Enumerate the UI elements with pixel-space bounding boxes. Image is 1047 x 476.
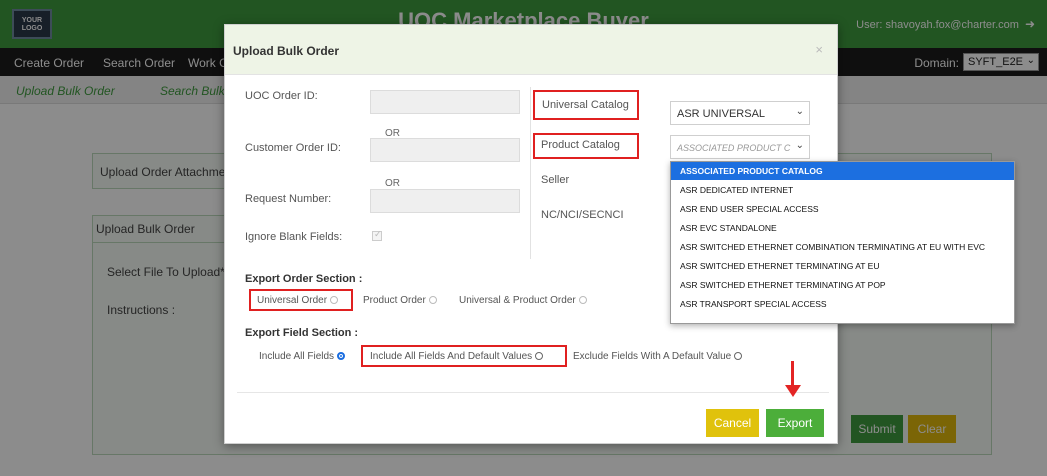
modal-title: Upload Bulk Order (233, 44, 340, 58)
universal-catalog-label: Universal Catalog (542, 99, 629, 111)
export-button[interactable]: Export (766, 409, 824, 437)
nc-nci-secnci-label: NC/NCI/SECNCI (541, 209, 624, 221)
seller-label: Seller (541, 174, 570, 186)
chevron-down-icon: ⌄ (795, 106, 804, 117)
include-default-values-radio[interactable] (535, 352, 544, 360)
product-catalog-dropdown: ASSOCIATED PRODUCT CATALOG ASR DEDICATED… (670, 161, 1015, 324)
request-number-label: Request Number: (245, 193, 332, 205)
close-icon[interactable]: × (815, 42, 823, 57)
dropdown-option[interactable]: ASR SWITCHED ETHERNET TERMINATING AT EU (671, 257, 1014, 275)
uoc-order-id-label: UOC Order ID: (245, 90, 318, 102)
cancel-button[interactable]: Cancel (706, 409, 759, 437)
universal-order-label: Universal Order (257, 295, 328, 306)
export-field-section-title: Export Field Section : (245, 327, 359, 339)
exclude-default-values-label: Exclude Fields With A Default Value (573, 351, 732, 362)
request-number-input[interactable] (370, 189, 520, 213)
dropdown-option[interactable]: ASR END USER SPECIAL ACCESS (671, 200, 1014, 218)
arrow-head-icon (785, 385, 801, 397)
export-order-section-title: Export Order Section : (245, 273, 363, 285)
dropdown-option[interactable]: ASR DEDICATED INTERNET (671, 181, 1014, 199)
universal-order-option[interactable]: Universal Order (257, 295, 339, 306)
product-order-radio[interactable] (428, 296, 437, 304)
footer-divider (237, 392, 829, 393)
universal-order-radio[interactable] (330, 296, 339, 304)
universal-catalog-value: ASR UNIVERSAL (677, 108, 766, 120)
universal-catalog-select[interactable]: ASR UNIVERSAL ⌄ (670, 101, 810, 125)
include-all-fields-option[interactable]: Include All Fields (259, 351, 346, 362)
product-catalog-value: ASSOCIATED PRODUCT C (677, 143, 791, 153)
product-order-label: Product Order (363, 295, 426, 306)
exclude-default-values-option[interactable]: Exclude Fields With A Default Value (573, 351, 743, 362)
ignore-blank-fields-checkbox[interactable]: ✓ (372, 229, 382, 241)
dropdown-option[interactable]: ASSOCIATED PRODUCT CATALOG (671, 162, 1014, 180)
modal-header: Upload Bulk Order × (225, 25, 837, 75)
dropdown-option[interactable]: ASR SWITCHED ETHERNET COMBINATION TERMIN… (671, 238, 1014, 256)
include-default-values-option[interactable]: Include All Fields And Default Values (370, 351, 544, 362)
include-all-fields-label: Include All Fields (259, 351, 335, 362)
or-separator: OR (385, 178, 400, 189)
dropdown-option[interactable]: ASR SWITCHED ETHERNET TERMINATING AT POP (671, 276, 1014, 294)
exclude-default-values-radio[interactable] (734, 352, 743, 360)
dropdown-option[interactable]: ASR TRANSPORT SPECIAL ACCESS (671, 295, 1014, 313)
universal-product-order-option[interactable]: Universal & Product Order (459, 295, 587, 306)
column-divider (530, 87, 531, 259)
product-order-option[interactable]: Product Order (363, 295, 437, 306)
uoc-order-id-input[interactable] (370, 90, 520, 114)
dropdown-option[interactable]: ASR EVC STANDALONE (671, 219, 1014, 237)
customer-order-id-input[interactable] (370, 138, 520, 162)
include-default-values-label: Include All Fields And Default Values (370, 351, 533, 362)
customer-order-id-label: Customer Order ID: (245, 142, 341, 154)
product-catalog-select[interactable]: ASSOCIATED PRODUCT C ⌄ (670, 135, 810, 159)
ignore-blank-fields-label: Ignore Blank Fields: (245, 231, 343, 243)
chevron-down-icon: ⌄ (795, 140, 804, 151)
product-catalog-label: Product Catalog (541, 139, 620, 151)
check-icon: ✓ (374, 229, 382, 239)
universal-product-order-radio[interactable] (578, 296, 587, 304)
universal-product-order-label: Universal & Product Order (459, 295, 576, 306)
include-all-fields-radio[interactable] (337, 352, 346, 360)
